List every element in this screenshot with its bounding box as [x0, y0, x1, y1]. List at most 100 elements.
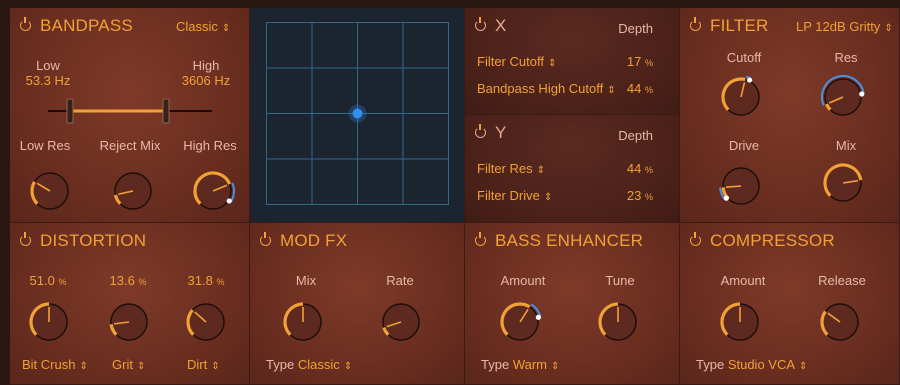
modfx-panel: MOD FX Mix Rate Type Classic ⇕: [250, 223, 465, 385]
distortion-type-3-selector[interactable]: Dirt ⇕: [187, 357, 220, 372]
filter-title[interactable]: FILTER: [690, 16, 769, 36]
high-handle[interactable]: [162, 98, 170, 124]
x-target-1[interactable]: Filter Cutoff ⇕: [477, 54, 556, 69]
plugin-window: { "bandpass": { "title": "BANDPASS", "mo…: [0, 0, 900, 385]
xy-pad-panel: [250, 8, 465, 223]
distortion-type-2-selector[interactable]: Grit ⇕: [112, 357, 145, 372]
dirt-knob[interactable]: [183, 299, 229, 345]
x-depth-2[interactable]: 44 %: [627, 81, 653, 96]
bandpass-range-slider[interactable]: [40, 96, 220, 126]
comp-type-value: Studio VCA: [727, 357, 796, 372]
chevron-updown-icon: ⇕: [543, 192, 553, 203]
bass-amount-knob[interactable]: [497, 299, 543, 345]
bandpass-title[interactable]: BANDPASS: [20, 16, 133, 36]
modfx-mix-knob[interactable]: [280, 299, 326, 345]
bandpass-panel: BANDPASS Classic ⇕ Low 53.3 Hz High 3606 …: [10, 8, 250, 223]
high-res-knob[interactable]: [190, 168, 236, 214]
power-icon[interactable]: [475, 232, 486, 246]
power-icon[interactable]: [475, 17, 486, 31]
y-title[interactable]: Y: [475, 123, 507, 143]
modfx-title-label: MOD FX: [280, 231, 348, 250]
grit-value: 13.6 %: [110, 273, 147, 288]
knob-graphic: [30, 172, 69, 210]
x-depth-label: Depth: [618, 21, 653, 36]
bitcrush-value: 51.0 %: [30, 273, 67, 288]
compressor-title[interactable]: COMPRESSOR: [690, 231, 835, 251]
mod-dot: [747, 77, 753, 83]
grit-knob[interactable]: [106, 299, 152, 345]
bitcrush-knob[interactable]: [26, 299, 72, 345]
reject-mix-knob[interactable]: [110, 168, 156, 214]
low-res-knob[interactable]: [27, 168, 73, 214]
bandpass-mode-selector[interactable]: Classic ⇕: [176, 19, 230, 34]
low-label: Low: [36, 58, 60, 73]
bass-type-selector[interactable]: Type Warm ⇕: [481, 357, 559, 372]
power-icon[interactable]: [475, 124, 486, 138]
x-target-2-label: Bandpass High Cutoff: [477, 81, 604, 96]
y-depth-2[interactable]: 23 %: [627, 188, 653, 203]
y-target-2-label: Filter Drive: [477, 188, 540, 203]
filter-panel: FILTER LP 12dB Gritty ⇕ Cutoff Res Drive …: [680, 8, 900, 223]
chevron-updown-icon: ⇕: [884, 23, 893, 34]
y-target-2[interactable]: Filter Drive ⇕: [477, 188, 552, 203]
y-depth-1-value: 44: [626, 161, 642, 176]
distortion-type-3: Dirt: [187, 357, 208, 372]
mod-dot: [226, 198, 232, 204]
modfx-rate-knob[interactable]: [378, 299, 424, 345]
res-knob[interactable]: [820, 74, 866, 120]
y-depth-2-value: 23: [626, 188, 642, 203]
xy-pad[interactable]: [266, 22, 449, 205]
comp-amount-knob[interactable]: [717, 299, 763, 345]
dirt-value: 31.8 %: [188, 273, 225, 288]
bass-type-label: Type: [481, 357, 510, 372]
high-value[interactable]: 3606 Hz: [182, 73, 230, 88]
filter-mix-knob[interactable]: [820, 160, 866, 206]
x-depth-1-value: 17: [626, 54, 642, 69]
chevron-updown-icon: ⇕: [547, 58, 557, 69]
comp-release-label: Release: [818, 273, 866, 288]
unit: %: [138, 277, 147, 287]
res-label: Res: [834, 50, 858, 65]
bass-tune-knob[interactable]: [595, 299, 641, 345]
chevron-updown-icon: ⇕: [536, 165, 546, 176]
power-icon[interactable]: [20, 232, 31, 246]
y-mod-panel: Y Depth Filter Res ⇕ 44 % Filter Drive ⇕ 2…: [465, 115, 680, 223]
unit: %: [644, 58, 653, 68]
distortion-title[interactable]: DISTORTION: [20, 231, 146, 251]
knob-graphic: [193, 171, 235, 210]
x-mod-panel: X Depth Filter Cutoff ⇕ 17 % Bandpass Hig…: [465, 8, 680, 115]
knob-graphic: [720, 302, 759, 341]
y-depth-1[interactable]: 44 %: [627, 161, 653, 176]
y-target-1[interactable]: Filter Res ⇕: [477, 161, 545, 176]
drive-label: Drive: [728, 138, 760, 153]
comp-type-selector[interactable]: Type Studio VCA ⇕: [696, 357, 807, 372]
drive-knob[interactable]: [718, 163, 764, 209]
compressor-panel: COMPRESSOR Amount Release Type Studio VC…: [680, 223, 900, 385]
low-value[interactable]: 53.3 Hz: [26, 73, 71, 88]
chevron-updown-icon: ⇕: [799, 361, 808, 372]
modfx-type-selector[interactable]: Type Classic ⇕: [266, 357, 352, 372]
cutoff-knob[interactable]: [718, 74, 764, 120]
modfx-title[interactable]: MOD FX: [260, 231, 347, 251]
x-target-2[interactable]: Bandpass High Cutoff ⇕: [477, 81, 616, 96]
low-handle[interactable]: [66, 98, 74, 124]
power-icon[interactable]: [690, 17, 701, 31]
high-res-label: High Res: [183, 138, 237, 153]
x-depth-1[interactable]: 17 %: [627, 54, 653, 69]
mod-dot: [723, 195, 729, 201]
power-icon[interactable]: [260, 232, 271, 246]
chevron-updown-icon: ⇕: [343, 361, 353, 372]
bass-amount-label: Amount: [500, 273, 546, 288]
power-icon[interactable]: [690, 232, 701, 246]
knob-graphic: [283, 302, 322, 341]
distortion-type-1-selector[interactable]: Bit Crush ⇕: [22, 357, 88, 372]
comp-release-knob[interactable]: [817, 299, 863, 345]
bass-title[interactable]: BASS ENHANCER: [475, 231, 643, 251]
x-title[interactable]: X: [475, 16, 507, 36]
knob-graphic: [500, 302, 542, 341]
chevron-updown-icon: ⇕: [551, 361, 560, 372]
y-target-1-label: Filter Res: [477, 161, 533, 176]
filter-mode-selector[interactable]: LP 12dB Gritty ⇕: [796, 19, 893, 34]
power-icon[interactable]: [20, 17, 31, 31]
chevron-updown-icon: ⇕: [79, 361, 88, 372]
